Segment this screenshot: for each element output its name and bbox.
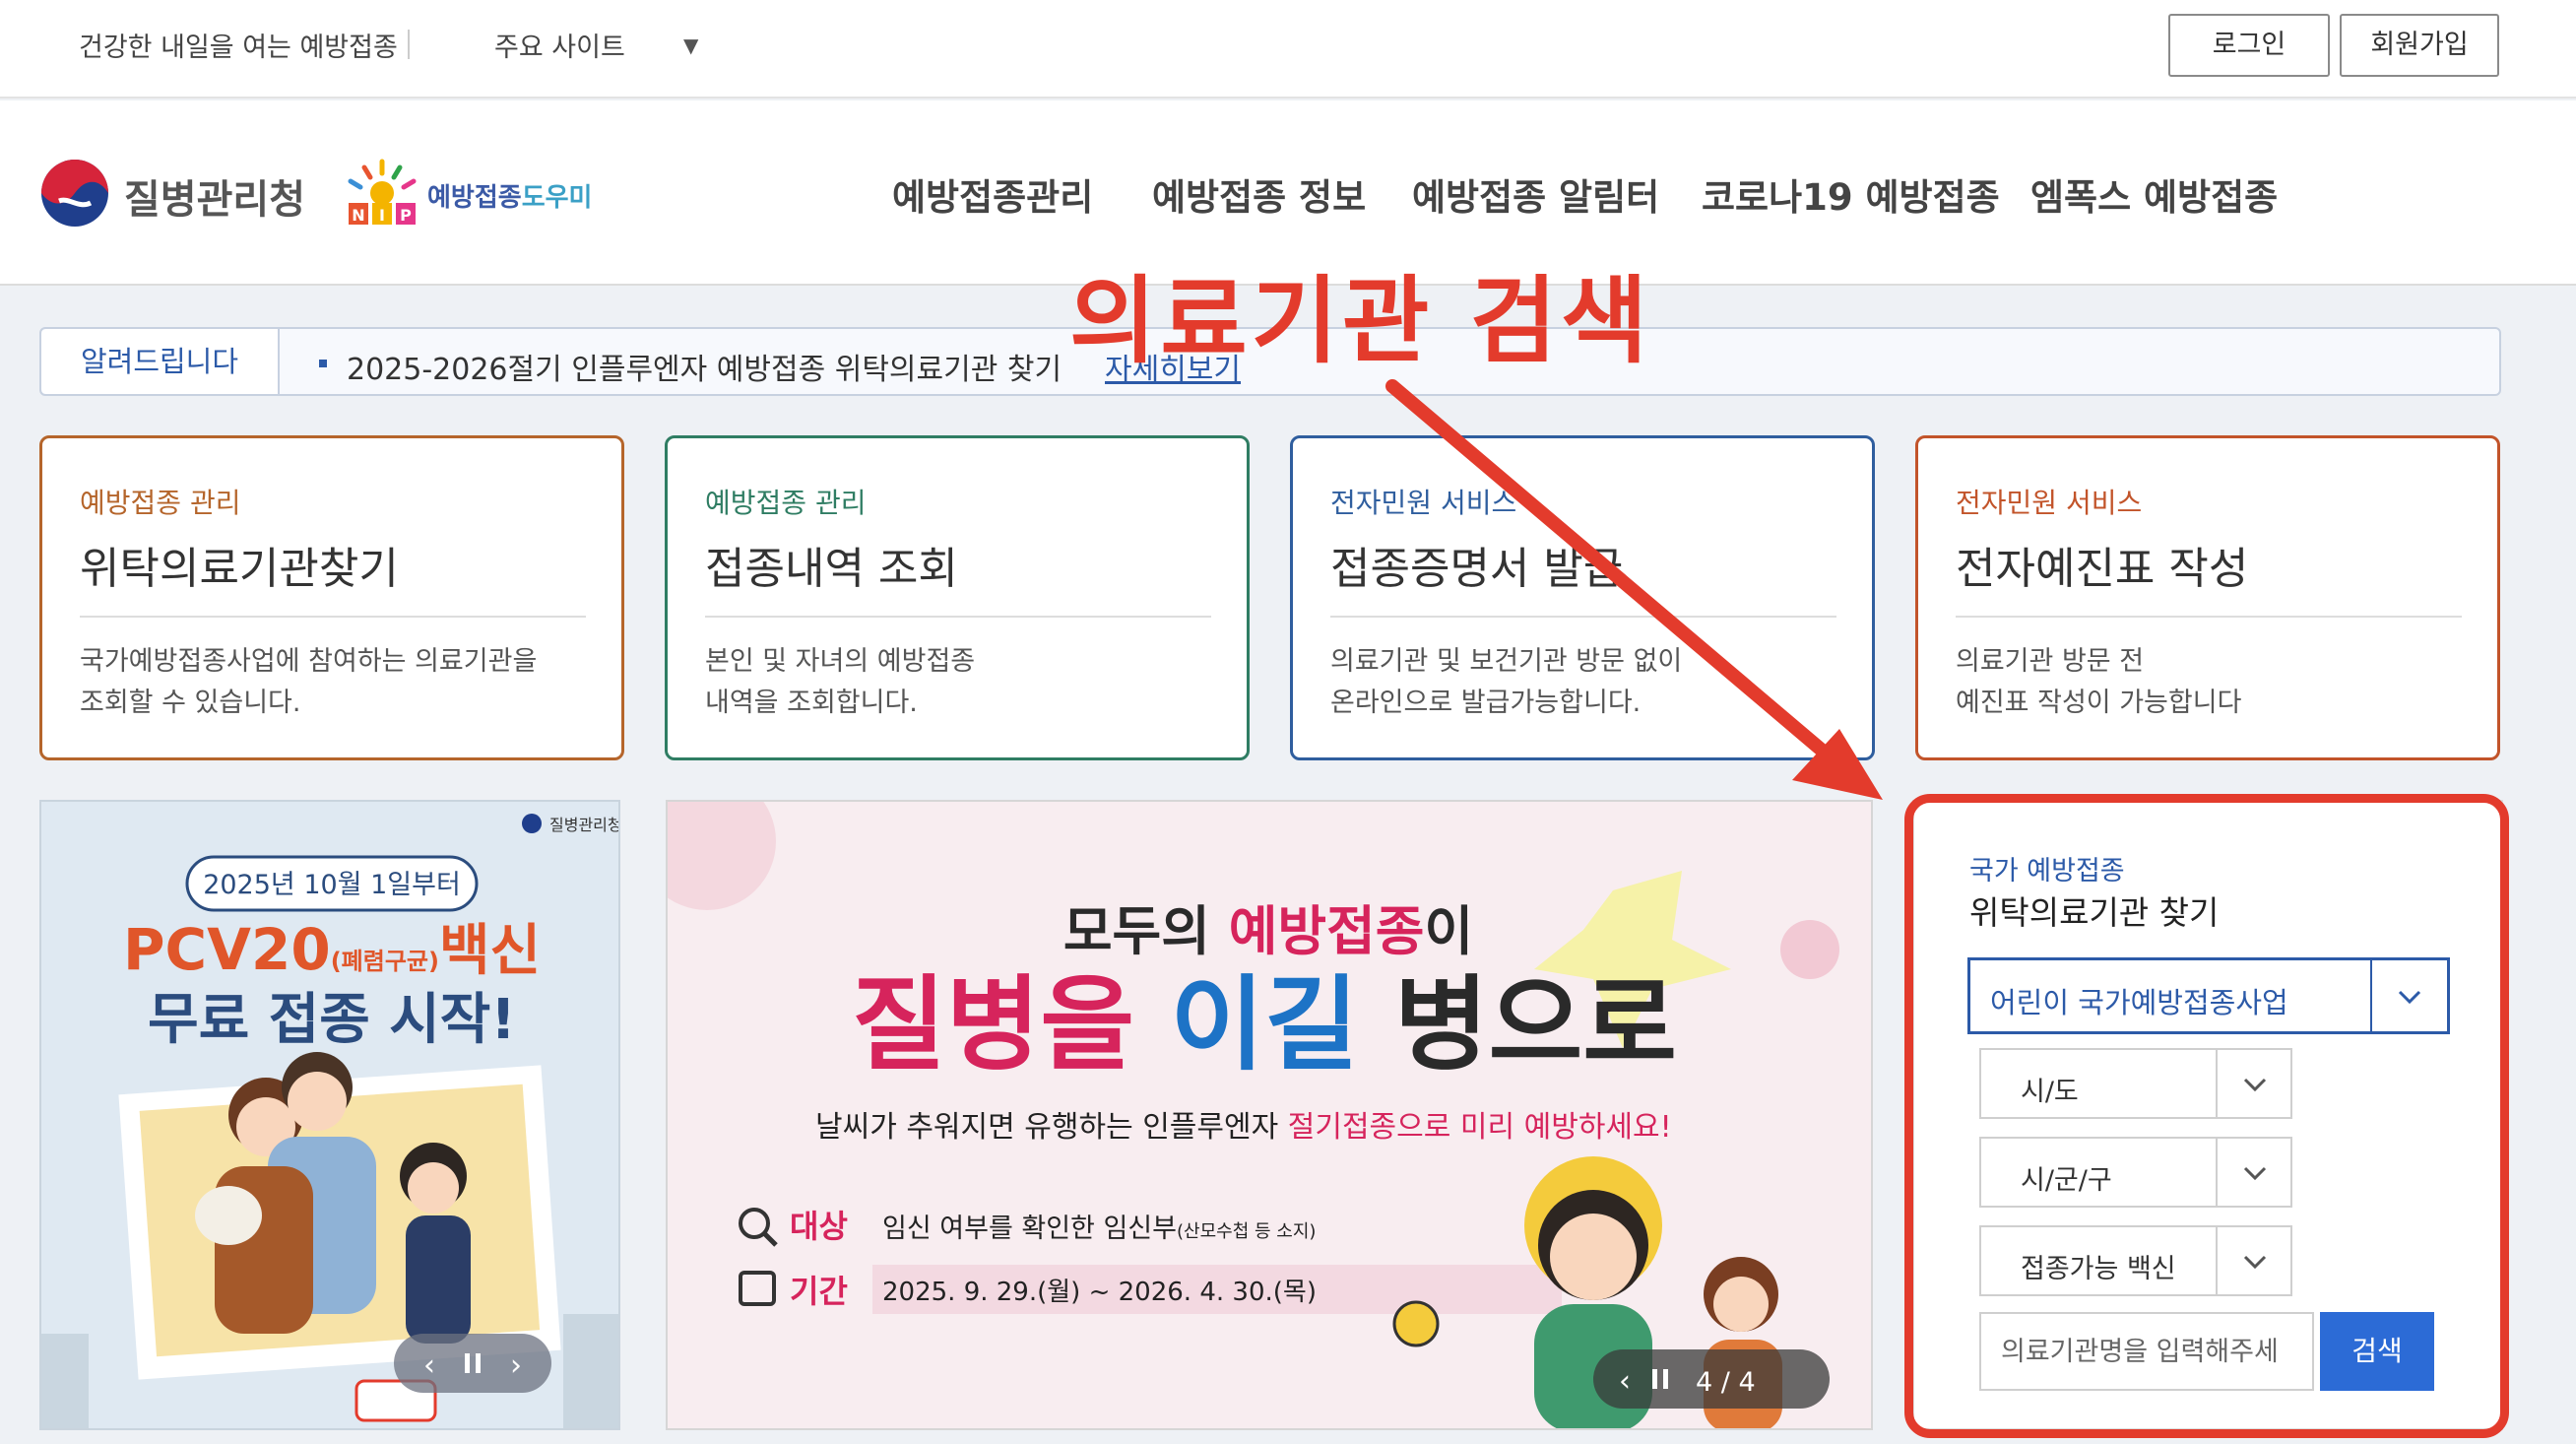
family-illustration <box>408 1162 459 1214</box>
card-e-questionnaire[interactable]: 전자민원 서비스 전자예진표 작성 의료기관 방문 전 예진표 작성이 가능합니… <box>1915 435 2500 760</box>
card-desc-line: 내역을 조회합니다. <box>705 688 918 718</box>
card-category: 예방접종 관리 <box>80 487 241 519</box>
notice-text[interactable]: 2025-2026절기 인플루엔자 예방접종 위탁의료기관 찾기 <box>347 345 1062 388</box>
card-vaccination-history[interactable]: 예방접종 관리 접종내역 조회 본인 및 자녀의 예방접종 내역을 조회합니다. <box>665 435 1250 760</box>
card-desc-line: 의료기관 및 보건기관 방문 없이 <box>1330 646 1683 677</box>
banner-org-label: 질병관리청 <box>549 816 620 834</box>
card-divider <box>80 616 586 618</box>
select-divider <box>2216 1050 2218 1117</box>
nav-covid19-vaccination[interactable]: 코로나19 예방접종 <box>1702 167 2000 221</box>
banner-date: 2025년 10월 1일부터 <box>203 870 461 900</box>
carousel-prev-icon[interactable]: ‹ <box>1619 1364 1631 1399</box>
pcv20-banner-art: 질병관리청 2025년 10월 1일부터 PCV20(폐렴구균)백신 무료 접종… <box>41 802 620 1428</box>
banner-line-2: 질병을 이길 병으로 <box>852 964 1677 1084</box>
character-illustration <box>1550 1214 1637 1300</box>
clinic-search-panel: 국가 예방접종 위탁의료기관 찾기 어린이 국가예방접종사업 시/도 시/군/구… <box>1912 800 2503 1430</box>
carousel-pause-icon[interactable] <box>476 1353 481 1373</box>
carousel-next-icon[interactable]: › <box>510 1348 522 1383</box>
nav-mpox-vaccination[interactable]: 엠폭스 예방접종 <box>2030 167 2278 221</box>
select-divider <box>2216 1227 2218 1294</box>
card-title: 접종증명서 발급 <box>1330 544 1624 594</box>
select-divider <box>2216 1139 2218 1206</box>
utility-bar: 건강한 내일을 여는 예방접종 주요 사이트 ▼ 로그인 회원가입 <box>0 0 2576 98</box>
notice-label: 알려드립니다 <box>41 329 280 394</box>
search-title: 위탁의료기관 찾기 <box>1969 893 2220 932</box>
city-illustration <box>41 1334 89 1428</box>
sido-select[interactable]: 시/도 <box>1979 1048 2292 1119</box>
city-illustration <box>563 1314 618 1428</box>
site-tagline: 건강한 내일을 여는 예방접종 <box>79 33 398 63</box>
card-desc-line: 온라인으로 발급가능합니다. <box>1330 688 1642 718</box>
signup-button[interactable]: 회원가입 <box>2340 14 2499 77</box>
card-desc-line: 조회할 수 있습니다. <box>80 688 301 718</box>
card-divider <box>1956 616 2462 618</box>
period-label: 기간 <box>790 1273 848 1310</box>
dropdown-arrow-icon[interactable]: ▼ <box>683 33 698 57</box>
card-category: 전자민원 서비스 <box>1330 487 1517 519</box>
banner-headline-2: 무료 접종 시작! <box>148 988 516 1052</box>
card-category: 전자민원 서비스 <box>1956 487 2143 519</box>
family-illustration <box>195 1186 262 1245</box>
chevron-down-icon[interactable] <box>2241 1070 2269 1097</box>
search-button[interactable]: 검색 <box>2320 1312 2434 1391</box>
nav-vaccination-info[interactable]: 예방접종 정보 <box>1152 167 1366 221</box>
card-title: 위탁의료기관찾기 <box>80 544 399 594</box>
family-illustration <box>406 1215 471 1344</box>
sido-select-value: 시/도 <box>2021 1077 2079 1107</box>
search-category: 국가 예방접종 <box>1969 856 2125 886</box>
vaccine-badge-icon <box>1392 1300 1440 1347</box>
vaccine-select-value: 접종가능 백신 <box>2021 1254 2176 1284</box>
sigungu-select[interactable]: 시/군/구 <box>1979 1137 2292 1208</box>
card-category: 예방접종 관리 <box>705 487 867 519</box>
select-divider <box>2370 960 2372 1031</box>
divider <box>408 30 410 59</box>
major-sites-dropdown[interactable]: 주요 사이트 <box>494 26 625 64</box>
chevron-down-icon[interactable] <box>2241 1247 2269 1275</box>
program-select-value: 어린이 국가예방접종사업 <box>1990 986 2288 1019</box>
vaccine-select[interactable]: 접종가능 백신 <box>1979 1225 2292 1296</box>
card-title: 전자예진표 작성 <box>1956 544 2249 594</box>
character-illustration <box>1713 1277 1769 1332</box>
influenza-banner[interactable]: 모두의 예방접종이 질병을 이길 병으로 날씨가 추워지면 유행하는 인플루엔자… <box>666 800 1873 1430</box>
carousel-pause-icon[interactable] <box>465 1353 470 1373</box>
card-desc-line: 국가예방접종사업에 참여하는 의료기관을 <box>80 646 538 677</box>
carousel-prev-icon[interactable]: ‹ <box>423 1348 435 1383</box>
card-certificate-issue[interactable]: 전자민원 서비스 접종증명서 발급 의료기관 및 보건기관 방문 없이 온라인으… <box>1290 435 1875 760</box>
decor-dots <box>1780 920 1839 979</box>
carousel-pause-icon[interactable] <box>1652 1369 1657 1389</box>
kdca-mini-logo-icon <box>522 814 542 833</box>
bullet-icon <box>319 360 327 367</box>
nav-vaccination-notice[interactable]: 예방접종 알림터 <box>1412 167 1659 221</box>
card-desc-line: 예진표 작성이 가능합니다 <box>1956 688 2242 718</box>
card-desc-line: 본인 및 자녀의 예방접종 <box>705 646 976 677</box>
carousel-counter: 4 / 4 <box>1696 1367 1756 1398</box>
banner-line-1: 모두의 예방접종이 <box>1063 900 1473 962</box>
clinic-name-input[interactable] <box>1979 1312 2314 1391</box>
influenza-banner-art: 모두의 예방접종이 질병을 이길 병으로 날씨가 추워지면 유행하는 인플루엔자… <box>668 802 1871 1428</box>
card-divider <box>1330 616 1836 618</box>
card-description: 본인 및 자녀의 예방접종 내역을 조회합니다. <box>705 641 975 724</box>
card-description: 의료기관 방문 전 예진표 작성이 가능합니다 <box>1956 641 2241 724</box>
chevron-down-icon[interactable] <box>2396 982 2423 1010</box>
card-description: 의료기관 및 보건기관 방문 없이 온라인으로 발급가능합니다. <box>1330 641 1682 724</box>
banner-subtitle: 날씨가 추워지면 유행하는 인플루엔자 절기접종으로 미리 예방하세요! <box>815 1110 1672 1145</box>
login-button[interactable]: 로그인 <box>2168 14 2330 77</box>
family-illustration <box>288 1072 347 1131</box>
card-divider <box>705 616 1211 618</box>
sigungu-select-value: 시/군/구 <box>2021 1165 2112 1196</box>
card-find-clinic[interactable]: 예방접종 관리 위탁의료기관찾기 국가예방접종사업에 참여하는 의료기관을 조회… <box>39 435 624 760</box>
card-description: 국가예방접종사업에 참여하는 의료기관을 조회할 수 있습니다. <box>80 641 537 724</box>
main-nav: 예방접종관리 예방접종 정보 예방접종 알림터 코로나19 예방접종 엠폭스 예… <box>0 167 2576 223</box>
card-title: 접종내역 조회 <box>705 544 958 594</box>
carousel-pause-icon[interactable] <box>1663 1369 1668 1389</box>
pcv20-banner[interactable]: 질병관리청 2025년 10월 1일부터 PCV20(폐렴구균)백신 무료 접종… <box>39 800 620 1430</box>
period-value: 2025. 9. 29.(월) ~ 2026. 4. 30.(목) <box>882 1278 1317 1307</box>
card-desc-line: 의료기관 방문 전 <box>1956 646 2145 677</box>
nav-vaccination-management[interactable]: 예방접종관리 <box>892 167 1093 221</box>
carousel-control <box>394 1334 551 1393</box>
chevron-down-icon[interactable] <box>2241 1158 2269 1186</box>
target-label: 대상 <box>790 1208 848 1245</box>
annotation-title: 의료기관 검색 <box>1069 266 1652 376</box>
program-select[interactable]: 어린이 국가예방접종사업 <box>1967 957 2450 1034</box>
